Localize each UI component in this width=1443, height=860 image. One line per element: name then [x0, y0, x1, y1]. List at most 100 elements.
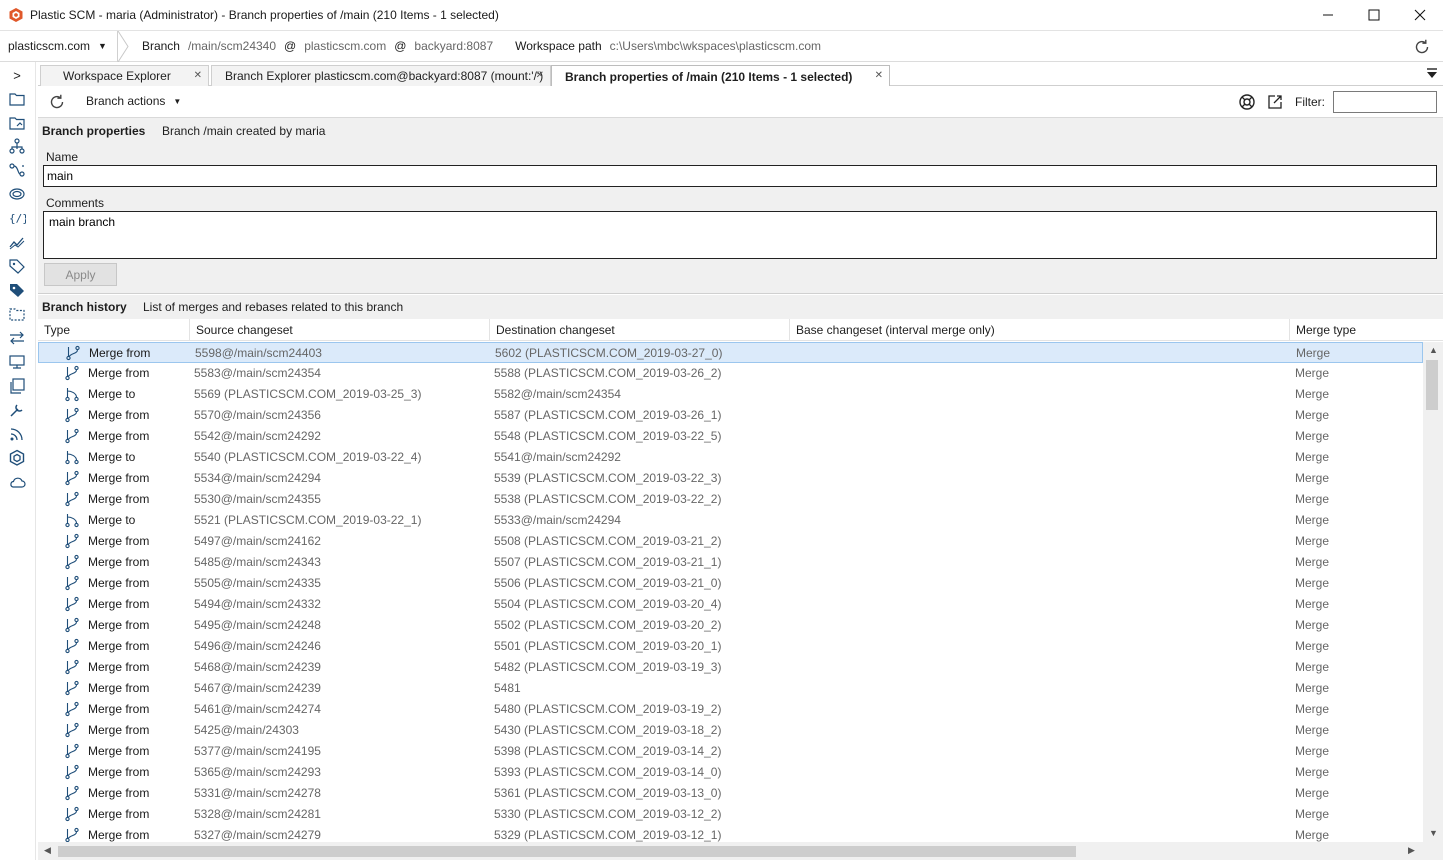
column-header-base[interactable]: Base changeset (interval merge only) [790, 319, 1290, 341]
branch-explorer-icon[interactable] [8, 137, 26, 155]
branch-actions-label: Branch actions [86, 94, 166, 108]
column-header-merge-type[interactable]: Merge type [1290, 319, 1443, 341]
tab-overflow-icon[interactable] [1427, 67, 1437, 79]
cell-type: Merge from [88, 471, 150, 485]
sync-icon[interactable] [8, 329, 26, 347]
expand-sidebar-button[interactable]: > [8, 66, 26, 84]
scroll-down-icon[interactable]: ▼ [1429, 828, 1438, 838]
maximize-button[interactable] [1351, 0, 1397, 30]
table-row[interactable]: Merge from 5494@/main/scm24332 5504 (PLAST… [38, 594, 1423, 615]
table-row[interactable]: Merge from 5534@/main/scm24294 5539 (PLAST… [38, 468, 1423, 489]
table-row[interactable]: Merge from 5365@/main/scm24293 5393 (PLAST… [38, 762, 1423, 783]
server-value[interactable]: backyard:8087 [414, 39, 493, 53]
apply-button[interactable]: Apply [44, 263, 117, 286]
code-review-icon[interactable]: {/} [8, 209, 26, 227]
pending-changes-icon[interactable] [8, 114, 26, 132]
repositories-icon[interactable] [8, 377, 26, 395]
table-row[interactable]: Merge from 5485@/main/scm24343 5507 (PLAST… [38, 552, 1423, 573]
table-row[interactable]: Merge to 5540 (PLASTICSCM.COM_2019-03-22_… [38, 447, 1423, 468]
changesets-icon[interactable] [8, 185, 26, 203]
table-row[interactable]: Merge from 5583@/main/scm24354 5588 (PLAST… [38, 363, 1423, 384]
cell-source: 5570@/main/scm24356 [194, 408, 321, 422]
cell-destination: 5533@/main/scm24294 [494, 513, 621, 527]
cell-source: 5505@/main/scm24335 [194, 576, 321, 590]
table-row[interactable]: Merge from 5495@/main/scm24248 5502 (PLAST… [38, 615, 1423, 636]
column-header-source[interactable]: Source changeset [190, 319, 490, 341]
open-external-icon[interactable] [1266, 93, 1284, 111]
help-icon[interactable] [1238, 93, 1256, 111]
repository-selector[interactable]: plasticscm.com ▼ [0, 30, 118, 62]
table-row[interactable]: Merge from 5468@/main/scm24239 5482 (PLAST… [38, 657, 1423, 678]
filter-input[interactable] [1333, 91, 1437, 113]
cell-destination: 5502 (PLASTICSCM.COM_2019-03-20_2) [494, 618, 722, 632]
comments-field[interactable]: main branch [43, 211, 1437, 259]
preferences-icon[interactable] [8, 401, 26, 419]
horizontal-scrollbar[interactable]: ◀ ▶ [38, 842, 1443, 860]
scroll-right-icon[interactable]: ▶ [1408, 845, 1415, 856]
labels-icon[interactable] [8, 257, 26, 275]
cell-source: 5583@/main/scm24354 [194, 366, 321, 380]
table-row[interactable]: Merge from 5542@/main/scm24292 5548 (PLAST… [38, 426, 1423, 447]
refresh-icon[interactable] [1413, 38, 1431, 56]
table-row[interactable]: Merge from 5327@/main/scm24279 5329 (PLAST… [38, 825, 1423, 842]
cell-source: 5425@/main/24303 [194, 723, 299, 737]
table-row[interactable]: Merge from 5328@/main/scm24281 5330 (PLAST… [38, 804, 1423, 825]
column-header-type[interactable]: Type [38, 319, 190, 341]
table-row[interactable]: Merge from 5461@/main/scm24274 5480 (PLAST… [38, 699, 1423, 720]
table-row[interactable]: Merge from 5467@/main/scm24239 5481 Merge [38, 678, 1423, 699]
horizontal-scroll-thumb[interactable] [58, 846, 1076, 857]
cell-source: 5540 (PLASTICSCM.COM_2019-03-22_4) [194, 450, 422, 464]
branch-value[interactable]: /main/scm24340 [188, 39, 276, 53]
shelves-icon[interactable] [8, 305, 26, 323]
tab-workspace-explorer[interactable]: Workspace Explorer ✕ [40, 65, 209, 86]
workspace-path-value[interactable]: c:\Users\mbc\wkspaces\plasticscm.com [610, 39, 821, 53]
branches-icon[interactable] [8, 161, 26, 179]
tab-branch-explorer[interactable]: Branch Explorer plasticscm.com@backyard:… [211, 65, 551, 86]
server-repo-value[interactable]: plasticscm.com [304, 39, 386, 53]
toolbar: Branch actions ▼ Filter: [38, 86, 1443, 118]
cell-destination: 5480 (PLASTICSCM.COM_2019-03-19_2) [494, 702, 722, 716]
cloud-icon[interactable] [8, 473, 26, 491]
workspaces-icon[interactable] [8, 353, 26, 371]
scroll-left-icon[interactable]: ◀ [44, 845, 51, 856]
cell-type: Merge from [88, 660, 150, 674]
table-row[interactable]: Merge from 5331@/main/scm24278 5361 (PLAST… [38, 783, 1423, 804]
cell-source: 5467@/main/scm24239 [194, 681, 321, 695]
cell-merge-type: Merge [1295, 723, 1330, 737]
close-window-button[interactable] [1397, 0, 1443, 30]
vertical-scroll-thumb[interactable] [1426, 360, 1438, 410]
workspace-explorer-icon[interactable] [8, 90, 26, 108]
close-tab-icon[interactable]: ✕ [194, 70, 202, 81]
table-row[interactable]: Merge to 5521 (PLASTICSCM.COM_2019-03-22_… [38, 510, 1423, 531]
cell-merge-type: Merge [1295, 513, 1330, 527]
column-header-destination[interactable]: Destination changeset [490, 319, 790, 341]
table-row[interactable]: Merge from 5570@/main/scm24356 5587 (PLAST… [38, 405, 1423, 426]
table-row[interactable]: Merge from 5497@/main/scm24162 5508 (PLAST… [38, 531, 1423, 552]
close-tab-icon[interactable]: ✕ [536, 70, 544, 81]
branch-actions-menu[interactable]: Branch actions ▼ [86, 94, 181, 108]
table-row[interactable]: Merge from 5496@/main/scm24246 5501 (PLAST… [38, 636, 1423, 657]
cell-destination: 5541@/main/scm24292 [494, 450, 621, 464]
stats-icon[interactable] [8, 233, 26, 251]
cell-merge-type: Merge [1295, 450, 1330, 464]
table-row[interactable]: Merge from 5530@/main/scm24355 5538 (PLAST… [38, 489, 1423, 510]
table-row[interactable]: Merge from 5425@/main/24303 5430 (PLASTICS… [38, 720, 1423, 741]
name-field[interactable] [43, 165, 1437, 187]
close-tab-icon[interactable]: ✕ [875, 70, 883, 81]
cell-destination: 5482 (PLASTICSCM.COM_2019-03-19_3) [494, 660, 722, 674]
plastic-cloud-icon[interactable] [8, 449, 26, 467]
merge-from-icon [64, 743, 80, 759]
scroll-up-icon[interactable]: ▲ [1429, 345, 1438, 355]
merge-to-icon [64, 512, 80, 528]
vertical-scrollbar[interactable]: ▲ ▼ [1423, 342, 1443, 842]
feed-icon[interactable] [8, 425, 26, 443]
table-row[interactable]: Merge from 5505@/main/scm24335 5506 (PLAST… [38, 573, 1423, 594]
cell-type: Merge from [88, 555, 150, 569]
tab-branch-properties[interactable]: Branch properties of /main (210 Items - … [551, 65, 890, 87]
refresh-icon[interactable] [48, 93, 66, 111]
attributes-icon[interactable] [8, 281, 26, 299]
minimize-button[interactable] [1305, 0, 1351, 30]
table-row[interactable]: Merge to 5569 (PLASTICSCM.COM_2019-03-25_… [38, 384, 1423, 405]
table-row[interactable]: Merge from 5598@/main/scm24403 5602 (PLAST… [38, 342, 1423, 363]
table-row[interactable]: Merge from 5377@/main/scm24195 5398 (PLAST… [38, 741, 1423, 762]
